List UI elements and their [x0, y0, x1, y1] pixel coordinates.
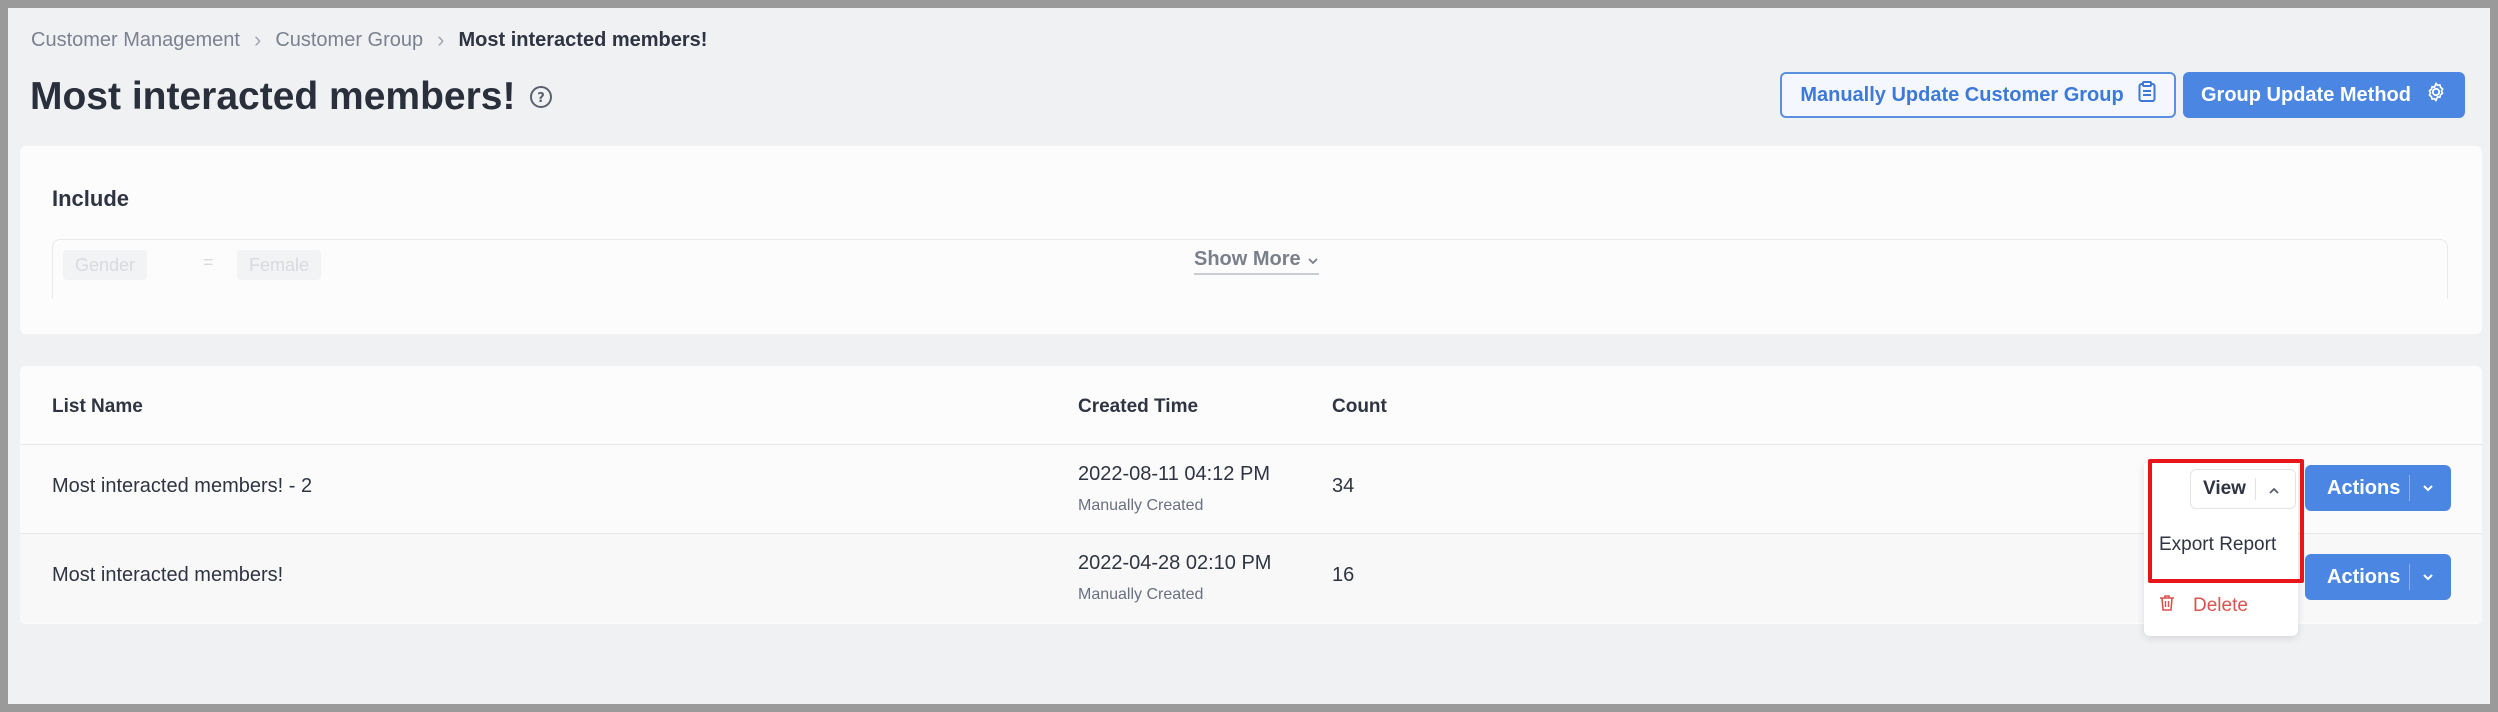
include-card: Include Gender = Female Show More: [20, 146, 2482, 334]
menu-item-export-report[interactable]: Export Report: [2159, 534, 2276, 556]
count-cell: 16: [1332, 564, 1355, 586]
created-time-cell: 2022-04-28 02:10 PM: [1078, 552, 1272, 574]
page-title-row: Most interacted members! ?: [30, 70, 553, 124]
button-divider: [2255, 478, 2256, 500]
group-update-method-label: Group Update Method: [2201, 83, 2411, 106]
show-more-label: Show More: [1194, 248, 1301, 270]
table-row: Most interacted members! - 2 2022-08-11 …: [20, 445, 2482, 533]
delete-label: Delete: [2193, 595, 2248, 616]
chevron-up-icon: [2267, 482, 2281, 504]
count-cell: 34: [1332, 475, 1355, 497]
page-title: Most interacted members!: [30, 75, 516, 118]
group-update-method-button[interactable]: Group Update Method: [2183, 72, 2465, 118]
list-name-cell: Most interacted members! - 2: [52, 475, 313, 497]
rule-field-chip: Gender: [63, 250, 148, 280]
column-header-list-name: List Name: [52, 396, 143, 417]
table-row: Most interacted members! 2022-04-28 02:1…: [20, 534, 2482, 622]
breadcrumb: Customer Management › Customer Group › M…: [31, 20, 707, 60]
app-frame: Customer Management › Customer Group › M…: [8, 8, 2490, 704]
manually-update-label: Manually Update Customer Group: [1800, 83, 2124, 106]
button-divider: [2409, 564, 2410, 590]
include-title: Include: [52, 186, 130, 211]
svg-text:?: ?: [538, 91, 546, 106]
view-label: View: [2203, 478, 2246, 499]
list-name-cell: Most interacted members!: [52, 564, 284, 586]
actions-label: Actions: [2327, 565, 2401, 588]
breadcrumb-customer-management[interactable]: Customer Management: [31, 29, 240, 52]
actions-label: Actions: [2327, 476, 2401, 499]
chevron-down-icon: [1307, 248, 1319, 271]
column-header-count: Count: [1332, 396, 1387, 417]
created-time-cell: 2022-08-11 04:12 PM: [1078, 463, 1270, 485]
menu-item-delete[interactable]: Delete: [2159, 594, 2248, 618]
help-icon[interactable]: ?: [529, 85, 553, 109]
gear-icon: [2425, 81, 2447, 109]
show-more-link[interactable]: Show More: [1194, 248, 1319, 275]
view-button[interactable]: View: [2190, 469, 2296, 509]
button-divider: [2409, 475, 2410, 501]
rule-operator: =: [203, 252, 214, 272]
chevron-right-icon: ›: [437, 27, 445, 52]
created-source-cell: Manually Created: [1078, 497, 1204, 514]
created-source-cell: Manually Created: [1078, 586, 1204, 603]
actions-button[interactable]: Actions: [2305, 465, 2451, 511]
chevron-down-icon: [2421, 568, 2435, 591]
column-header-created-time: Created Time: [1078, 396, 1199, 417]
actions-button[interactable]: Actions: [2305, 554, 2451, 600]
breadcrumb-customer-group[interactable]: Customer Group: [275, 29, 423, 52]
rule-value-chip: Female: [237, 250, 322, 280]
chevron-down-icon: [2421, 479, 2435, 502]
clipboard-icon: [2138, 81, 2156, 109]
manually-update-button[interactable]: Manually Update Customer Group: [1780, 72, 2176, 118]
trash-icon: [2159, 594, 2175, 618]
breadcrumb-current: Most interacted members!: [458, 28, 708, 51]
chevron-right-icon: ›: [253, 27, 262, 52]
list-table: List Name Created Time Count Most intera…: [20, 366, 2482, 624]
